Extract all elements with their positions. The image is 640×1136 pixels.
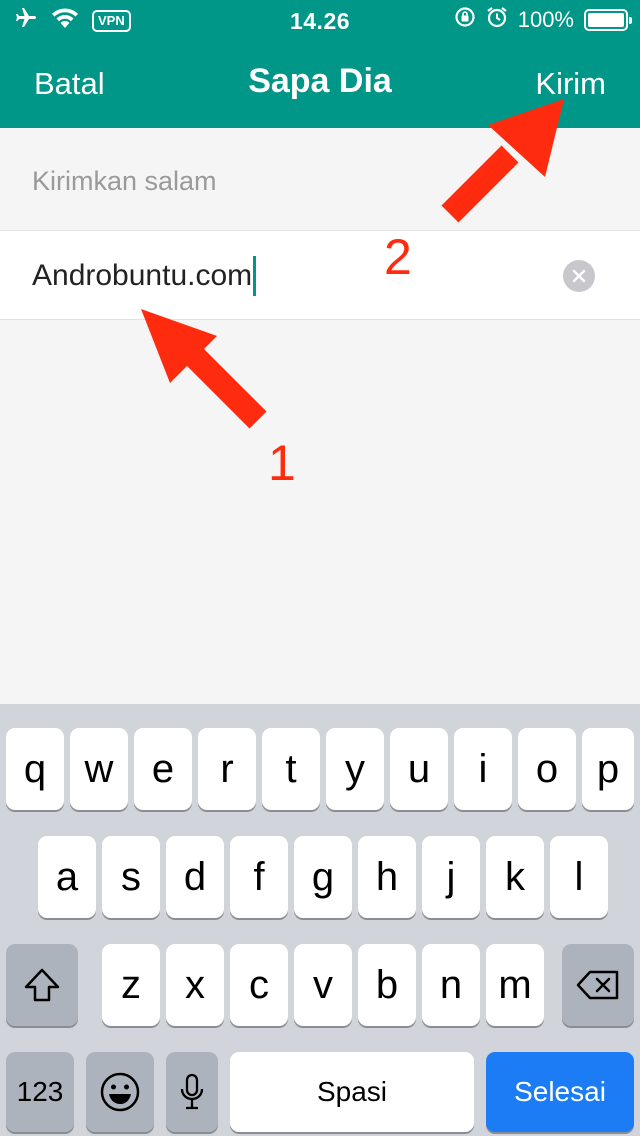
shift-key[interactable]	[6, 944, 78, 1026]
key-c[interactable]: c	[230, 944, 288, 1026]
key-u[interactable]: u	[390, 728, 448, 810]
shift-icon	[24, 968, 60, 1002]
key-p[interactable]: p	[582, 728, 634, 810]
cancel-button[interactable]: Batal	[34, 66, 105, 102]
numbers-key[interactable]: 123	[6, 1052, 74, 1132]
dictation-key[interactable]	[166, 1052, 218, 1132]
key-l[interactable]: l	[550, 836, 608, 918]
app-header: VPN 14.26 100% Batal Sapa Dia Kirim	[0, 0, 640, 128]
rotation-lock-icon	[454, 6, 476, 33]
annotation-step-1: 1	[268, 435, 296, 491]
alarm-icon	[486, 6, 508, 33]
key-q[interactable]: q	[6, 728, 64, 810]
key-y[interactable]: y	[326, 728, 384, 810]
key-z[interactable]: z	[102, 944, 160, 1026]
emoji-icon	[100, 1072, 140, 1112]
page-title: Sapa Dia	[248, 62, 392, 100]
backspace-key[interactable]	[562, 944, 634, 1026]
key-m[interactable]: m	[486, 944, 544, 1026]
key-d[interactable]: d	[166, 836, 224, 918]
key-s[interactable]: s	[102, 836, 160, 918]
space-key[interactable]: Spasi	[230, 1052, 474, 1132]
key-b[interactable]: b	[358, 944, 416, 1026]
key-w[interactable]: w	[70, 728, 128, 810]
close-icon	[572, 269, 586, 283]
send-button[interactable]: Kirim	[535, 66, 606, 102]
backspace-icon	[576, 970, 619, 1000]
key-a[interactable]: a	[38, 836, 96, 918]
onscreen-keyboard: q w e r t y u i o p a s d f g h j k l z …	[0, 704, 640, 1136]
key-t[interactable]: t	[262, 728, 320, 810]
greeting-input-row[interactable]: Androbuntu.com	[0, 230, 640, 320]
key-v[interactable]: v	[294, 944, 352, 1026]
battery-icon	[584, 8, 632, 31]
greeting-input-value: Androbuntu.com	[32, 259, 253, 292]
key-e[interactable]: e	[134, 728, 192, 810]
microphone-icon	[180, 1073, 204, 1110]
key-j[interactable]: j	[422, 836, 480, 918]
key-r[interactable]: r	[198, 728, 256, 810]
key-i[interactable]: i	[454, 728, 512, 810]
key-f[interactable]: f	[230, 836, 288, 918]
clear-text-button[interactable]	[563, 260, 595, 292]
key-n[interactable]: n	[422, 944, 480, 1026]
greeting-label: Kirimkan salam	[32, 166, 217, 196]
key-x[interactable]: x	[166, 944, 224, 1026]
annotation-step-2: 2	[384, 229, 412, 285]
done-key[interactable]: Selesai	[486, 1052, 634, 1132]
key-h[interactable]: h	[358, 836, 416, 918]
greeting-input[interactable]: Androbuntu.com	[32, 256, 257, 296]
emoji-key[interactable]	[86, 1052, 154, 1132]
battery-percentage: 100%	[517, 6, 574, 32]
nav-bar: Batal Sapa Dia Kirim	[0, 40, 640, 128]
status-bar: VPN 14.26 100%	[0, 0, 640, 40]
text-cursor	[253, 256, 257, 296]
key-g[interactable]: g	[294, 836, 352, 918]
key-k[interactable]: k	[486, 836, 544, 918]
key-o[interactable]: o	[518, 728, 576, 810]
annotation-arrow-1	[141, 309, 267, 429]
